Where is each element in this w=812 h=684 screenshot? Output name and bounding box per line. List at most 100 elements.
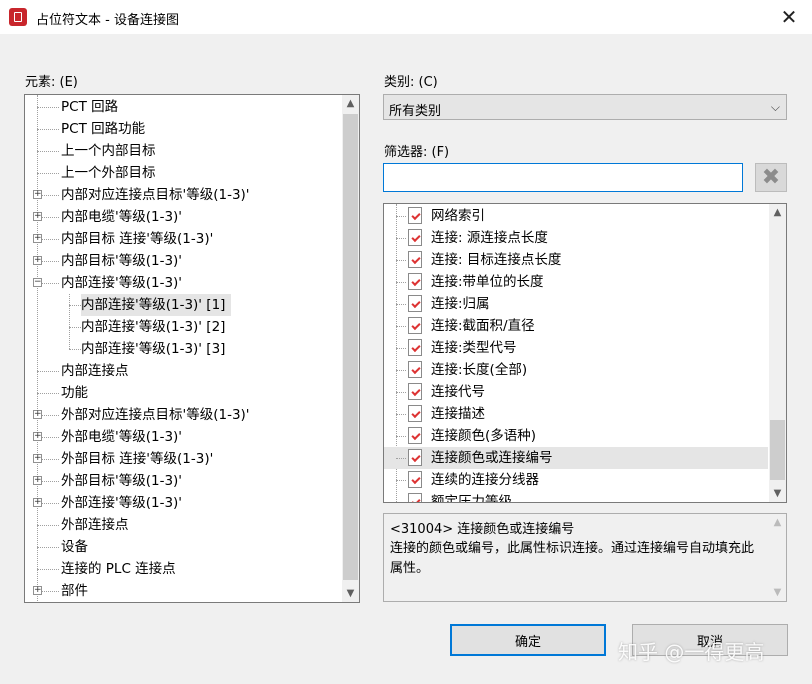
elements-tree[interactable]: PCT 回路 PCT 回路功能 上一个内部目标上一个外部目标 + 内部对应连接点目标'等…	[24, 94, 360, 603]
scroll-down-arrow-icon[interactable]: ▼	[342, 585, 359, 602]
property-item[interactable]: 额定压力等级	[384, 491, 768, 503]
property-item[interactable]: 连接代号	[384, 381, 768, 403]
property-item-label: 连接:带单位的长度	[431, 274, 544, 290]
tree-item[interactable]: PCT 回路功能	[25, 118, 343, 140]
tree-item-label: 外部电缆'等级(1-3)'	[61, 429, 183, 445]
filter-label: 筛选器: (F)	[384, 145, 450, 160]
tree-item-label: 外部连接点	[61, 517, 129, 533]
tree-item-label: 部件	[61, 583, 88, 599]
property-document-icon	[408, 339, 422, 356]
tree-item[interactable]: 内部连接'等级(1-3)' [2]	[25, 316, 343, 338]
tree-connector	[37, 547, 59, 548]
expand-icon[interactable]: +	[33, 212, 42, 221]
tree-connector	[69, 349, 81, 350]
expand-icon[interactable]: +	[33, 234, 42, 243]
expand-icon[interactable]: +	[33, 190, 42, 199]
tree-item[interactable]: + 内部目标'等级(1-3)'	[25, 250, 343, 272]
tree-item[interactable]: + 外部连接'等级(1-3)'	[25, 492, 343, 514]
scroll-down-arrow-icon[interactable]: ▼	[769, 584, 786, 601]
tree-connector	[69, 305, 81, 306]
property-document-icon	[408, 383, 422, 400]
property-scrollbar[interactable]: ▲ ▼	[769, 204, 786, 502]
expand-icon[interactable]: +	[33, 476, 42, 485]
property-item[interactable]: 连续的连接分线器	[384, 469, 768, 491]
tree-scroll-thumb[interactable]	[343, 114, 358, 580]
tree-item[interactable]: + 外部目标'等级(1-3)'	[25, 470, 343, 492]
tree-item[interactable]: 连接的 PLC 连接点	[25, 558, 343, 580]
tree-item[interactable]: + 外部电缆'等级(1-3)'	[25, 426, 343, 448]
watermark: 知乎 @一得更高	[618, 640, 765, 664]
collapse-icon[interactable]: −	[33, 278, 42, 287]
tree-item-label: 上一个内部目标	[61, 143, 156, 159]
tree-item[interactable]: 内部连接点	[25, 360, 343, 382]
property-item-label: 网络索引	[431, 208, 485, 224]
property-document-icon	[408, 405, 422, 422]
property-item[interactable]: 连接:带单位的长度	[384, 271, 768, 293]
tree-item[interactable]: 上一个内部目标	[25, 140, 343, 162]
property-item[interactable]: 连接颜色(多语种)	[384, 425, 768, 447]
elements-label: 元素: (E)	[25, 75, 78, 90]
app-icon	[9, 8, 27, 26]
tree-item[interactable]: 上一个外部目标	[25, 162, 343, 184]
property-item[interactable]: 连接: 源连接点长度	[384, 227, 768, 249]
tree-item-label: 内部连接'等级(1-3)' [1]	[81, 294, 232, 316]
expand-icon[interactable]: +	[33, 586, 42, 595]
title-bar: 占位符文本 - 设备连接图 ✕	[0, 0, 812, 34]
property-document-icon	[408, 361, 422, 378]
tree-item[interactable]: 内部连接'等级(1-3)' [3]	[25, 338, 343, 360]
category-label: 类别: (C)	[384, 75, 438, 90]
property-document-icon	[408, 229, 422, 246]
category-dropdown[interactable]: 所有类别 ⌵	[383, 94, 787, 120]
tree-item-label: PCT 回路	[61, 99, 119, 115]
close-button[interactable]: ✕	[766, 0, 812, 34]
tree-item[interactable]: − 内部连接'等级(1-3)'	[25, 272, 343, 294]
tree-item[interactable]: 设备	[25, 536, 343, 558]
scroll-down-arrow-icon[interactable]: ▼	[769, 485, 786, 502]
tree-item[interactable]: PCT 回路	[25, 96, 343, 118]
tree-item[interactable]: + 部件	[25, 580, 343, 602]
scroll-up-arrow-icon[interactable]: ▲	[342, 95, 359, 112]
expand-icon[interactable]: +	[33, 432, 42, 441]
property-item[interactable]: 连接:归属	[384, 293, 768, 315]
property-scroll-thumb[interactable]	[770, 420, 785, 480]
property-item[interactable]: 连接描述	[384, 403, 768, 425]
tree-item[interactable]: 外部连接点	[25, 514, 343, 536]
tree-scrollbar[interactable]: ▲ ▼	[342, 95, 359, 602]
property-connector	[396, 326, 406, 327]
tree-item[interactable]: + 外部目标 连接'等级(1-3)'	[25, 448, 343, 470]
property-item[interactable]: 连接:长度(全部)	[384, 359, 768, 381]
ok-button[interactable]: 确定	[450, 624, 606, 656]
property-item[interactable]: 连接:截面积/直径	[384, 315, 768, 337]
property-item[interactable]: 连接颜色或连接编号	[384, 447, 768, 469]
expand-icon[interactable]: +	[33, 256, 42, 265]
tree-connector	[37, 525, 59, 526]
window-title: 占位符文本 - 设备连接图	[36, 13, 179, 28]
scroll-up-arrow-icon[interactable]: ▲	[769, 204, 786, 221]
tree-item-label: 内部电缆'等级(1-3)'	[61, 209, 183, 225]
tree-item[interactable]: 内部连接'等级(1-3)' [1]	[25, 294, 343, 316]
tree-item[interactable]: + 内部目标 连接'等级(1-3)'	[25, 228, 343, 250]
property-item[interactable]: 连接: 目标连接点长度	[384, 249, 768, 271]
property-list[interactable]: 网络索引 连接: 源连接点长度 连接: 目标连接点长度 连接:带单位的长度 连接:归属连…	[383, 203, 787, 503]
property-description: <31004> 连接颜色或连接编号 连接的颜色或编号，此属性标识连接。通过连接编…	[383, 513, 787, 602]
expand-icon[interactable]: +	[33, 410, 42, 419]
expand-icon[interactable]: +	[33, 498, 42, 507]
description-scrollbar[interactable]: ▲ ▼	[769, 514, 786, 601]
property-item[interactable]: 连接:类型代号	[384, 337, 768, 359]
tree-item[interactable]: + 内部电缆'等级(1-3)'	[25, 206, 343, 228]
clear-filter-button[interactable]: ✖	[755, 163, 787, 192]
property-item-label: 连接: 源连接点长度	[431, 230, 548, 246]
expand-icon[interactable]: +	[33, 454, 42, 463]
tree-item[interactable]: + 外部对应连接点目标'等级(1-3)'	[25, 404, 343, 426]
tree-item[interactable]: 功能	[25, 382, 343, 404]
property-connector	[396, 304, 406, 305]
property-item-label: 额定压力等级	[431, 494, 512, 503]
property-item[interactable]: 网络索引	[384, 205, 768, 227]
tree-item-label: PCT 回路功能	[61, 121, 146, 137]
property-document-icon	[408, 207, 422, 224]
clear-icon: ✖	[761, 165, 781, 190]
property-document-icon	[408, 295, 422, 312]
scroll-up-arrow-icon[interactable]: ▲	[769, 514, 786, 531]
filter-input[interactable]	[383, 163, 743, 192]
tree-item[interactable]: + 内部对应连接点目标'等级(1-3)'	[25, 184, 343, 206]
